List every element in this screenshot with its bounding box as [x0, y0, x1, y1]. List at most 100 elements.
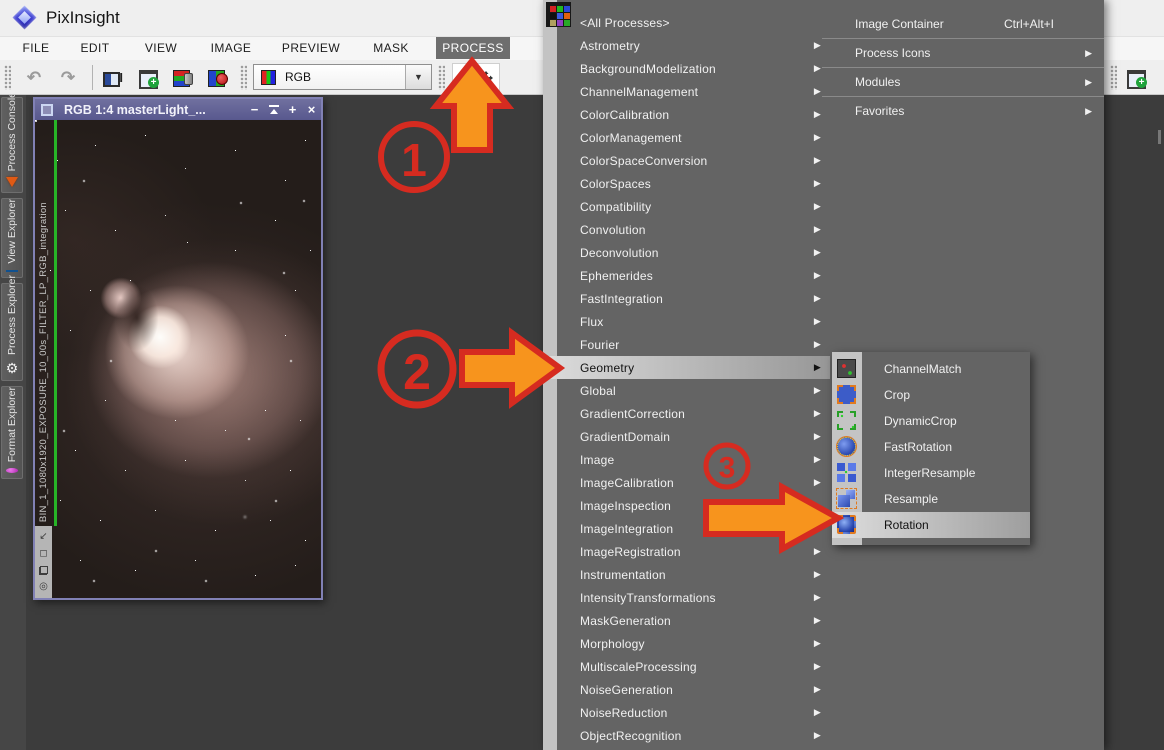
process-menu-item[interactable]: ColorSpaces ▶	[557, 172, 830, 195]
frame-mode-icon[interactable]: ◻	[39, 548, 47, 559]
process-menu-item[interactable]: ColorManagement ▶	[557, 126, 830, 149]
process-menu-item[interactable]: ImageCalibration ▶	[557, 471, 830, 494]
pan-mode-icon[interactable]: ↙	[39, 531, 47, 542]
process-menu-item[interactable]: ImageRegistration ▶	[557, 540, 830, 563]
process-menu-item[interactable]: Ephemerides ▶	[557, 264, 830, 287]
crosshair-icon[interactable]: +	[458, 70, 467, 87]
menu-item-label: ObjectRecognition	[580, 728, 682, 743]
geometry-submenu-item[interactable]: FastRotation	[832, 434, 1030, 460]
process-menu-item[interactable]: ImageInspection ▶	[557, 494, 830, 517]
process-menu-item[interactable]: ColorCalibration ▶	[557, 103, 830, 126]
geometry-submenu-item[interactable]: Resample	[832, 486, 1030, 512]
process-menu-item[interactable]: GradientCorrection ▶	[557, 402, 830, 425]
process-menu-item[interactable]: GradientDomain ▶	[557, 425, 830, 448]
sidebar-tab[interactable]: Format Explorer	[1, 386, 23, 479]
geometry-submenu-item[interactable]: ChannelMatch	[832, 356, 1030, 382]
submenu-arrow-icon: ▶	[813, 63, 821, 73]
toolbar-grip[interactable]	[240, 65, 247, 90]
color-saturation-icon	[208, 69, 228, 87]
process-menu-item[interactable]: IntensityTransformations ▶	[557, 586, 830, 609]
shade-button[interactable]	[264, 102, 283, 117]
zoom-button[interactable]: +	[283, 102, 302, 117]
toolbar-grip[interactable]	[4, 65, 11, 90]
sidebar-tab[interactable]: Process Explorer ⚙	[1, 275, 23, 381]
process-menu-item[interactable]: Compatibility ▶	[557, 195, 830, 218]
menu-item-label: Fourier	[580, 337, 620, 352]
process-menu-item[interactable]: Modules ▶	[822, 67, 1104, 96]
process-menu-item[interactable]: Process Icons ▶	[822, 38, 1104, 67]
menubar-item-label: IMAGE	[210, 41, 252, 55]
image-window-icon	[41, 103, 53, 116]
process-menu-item[interactable]: Image ▶	[557, 448, 830, 471]
menubar-item-label: PREVIEW	[281, 41, 341, 55]
process-menu-item[interactable]: NoiseGeneration ▶	[557, 678, 830, 701]
sidebar-tab-label: Process Console	[6, 91, 18, 171]
submenu-arrow-icon: ▶	[813, 40, 821, 50]
process-menu-item[interactable]: Image Container Ctrl+Alt+I	[822, 9, 1104, 38]
edit-view-identifier-button[interactable]	[101, 66, 125, 90]
process-menu-item[interactable]: ChannelManagement ▶	[557, 80, 830, 103]
toolbar-separator	[92, 65, 93, 90]
process-menu-column1: <All Processes> Astrometry ▶ BackgroundM…	[543, 0, 830, 747]
menubar-item[interactable]: IMAGE	[202, 37, 260, 59]
pan-mode-icon[interactable]	[478, 70, 494, 86]
new-image-button[interactable]	[1124, 66, 1148, 90]
menubar-item[interactable]: MASK	[364, 37, 418, 59]
process-menu-item[interactable]: Fourier ▶	[557, 333, 830, 356]
submenu-item-label: DynamicCrop	[884, 414, 957, 428]
process-menu-item[interactable]: Flux ▶	[557, 310, 830, 333]
menu-item-label: Ephemerides	[580, 268, 653, 283]
image-canvas[interactable]: BIN_1_1080x1920_EXPOSURE_10_00s_FILTER_L…	[35, 120, 321, 598]
image-window[interactable]: RGB 1:4 masterLight_... − + × BIN_1_1080…	[33, 97, 323, 600]
process-menu-item[interactable]: MultiscaleProcessing ▶	[557, 655, 830, 678]
process-menu-item[interactable]: <All Processes>	[557, 11, 830, 34]
process-menu-item[interactable]: Astrometry ▶	[557, 34, 830, 57]
combo-dropdown-button[interactable]: ▼	[405, 65, 431, 89]
process-menu-item[interactable]: ColorSpaceConversion ▶	[557, 149, 830, 172]
geometry-submenu-item[interactable]: Crop	[832, 382, 1030, 408]
process-menu-item[interactable]: FastIntegration ▶	[557, 287, 830, 310]
process-menu-item[interactable]: Favorites ▶	[822, 96, 1104, 125]
geometry-submenu-item[interactable]: DynamicCrop	[832, 408, 1030, 434]
minimize-button[interactable]: −	[245, 102, 264, 117]
submenu-arrow-icon: ▶	[813, 132, 821, 142]
menubar-item[interactable]: FILE	[14, 37, 58, 59]
target-mode-icon[interactable]: ◎	[39, 582, 48, 592]
process-explorer-icon: ⚙	[5, 360, 19, 376]
image-window-titlebar[interactable]: RGB 1:4 masterLight_... − + ×	[35, 99, 321, 120]
process-menu-item[interactable]: Geometry ▶	[543, 356, 830, 379]
process-menu-item[interactable]: ImageIntegration ▶	[557, 517, 830, 540]
new-window-button[interactable]	[136, 66, 160, 90]
process-menu-item[interactable]: Convolution ▶	[557, 218, 830, 241]
redo-button[interactable]: ↷	[56, 66, 80, 90]
sidebar-tab[interactable]: View Explorer	[1, 198, 23, 278]
process-menu-item[interactable]: Instrumentation ▶	[557, 563, 830, 586]
duplicate-view-icon[interactable]	[39, 566, 48, 576]
menubar-item[interactable]: EDIT	[72, 37, 118, 59]
fastrotation-icon	[837, 437, 856, 456]
process-menu-item[interactable]: BackgroundModelization ▶	[557, 57, 830, 80]
submenu-arrow-icon: ▶	[813, 454, 821, 464]
geometry-submenu-item[interactable]: IntegerResample	[832, 460, 1030, 486]
submenu-arrow-icon: ▶	[813, 730, 821, 740]
close-button[interactable]: ×	[302, 102, 321, 117]
toolbar-grip[interactable]	[438, 65, 445, 90]
color-saturation-button[interactable]	[206, 66, 230, 90]
process-menu-item[interactable]: MaskGeneration ▶	[557, 609, 830, 632]
process-menu-item[interactable]: Morphology ▶	[557, 632, 830, 655]
menubar-item[interactable]: PROCESS	[436, 37, 510, 59]
process-menu-item[interactable]: Global ▶	[557, 379, 830, 402]
menubar-item[interactable]: VIEW	[134, 37, 188, 59]
toolbar-grip[interactable]	[1110, 65, 1117, 90]
submenu-arrow-icon: ▶	[813, 178, 821, 188]
undo-button[interactable]: ↶	[22, 66, 46, 90]
process-menu-item[interactable]: NoiseReduction ▶	[557, 701, 830, 724]
screen-transfer-button[interactable]	[171, 66, 195, 90]
image-window-title: RGB 1:4 masterLight_...	[64, 102, 206, 117]
sidebar-tab[interactable]: Process Console	[1, 92, 23, 193]
view-selector-combo[interactable]: RGB ▼	[253, 64, 432, 90]
process-menu-item[interactable]: Deconvolution ▶	[557, 241, 830, 264]
process-menu-item[interactable]: ObjectRecognition ▶	[557, 724, 830, 747]
geometry-submenu-item[interactable]: Rotation	[832, 512, 1030, 538]
menubar-item[interactable]: PREVIEW	[276, 37, 346, 59]
